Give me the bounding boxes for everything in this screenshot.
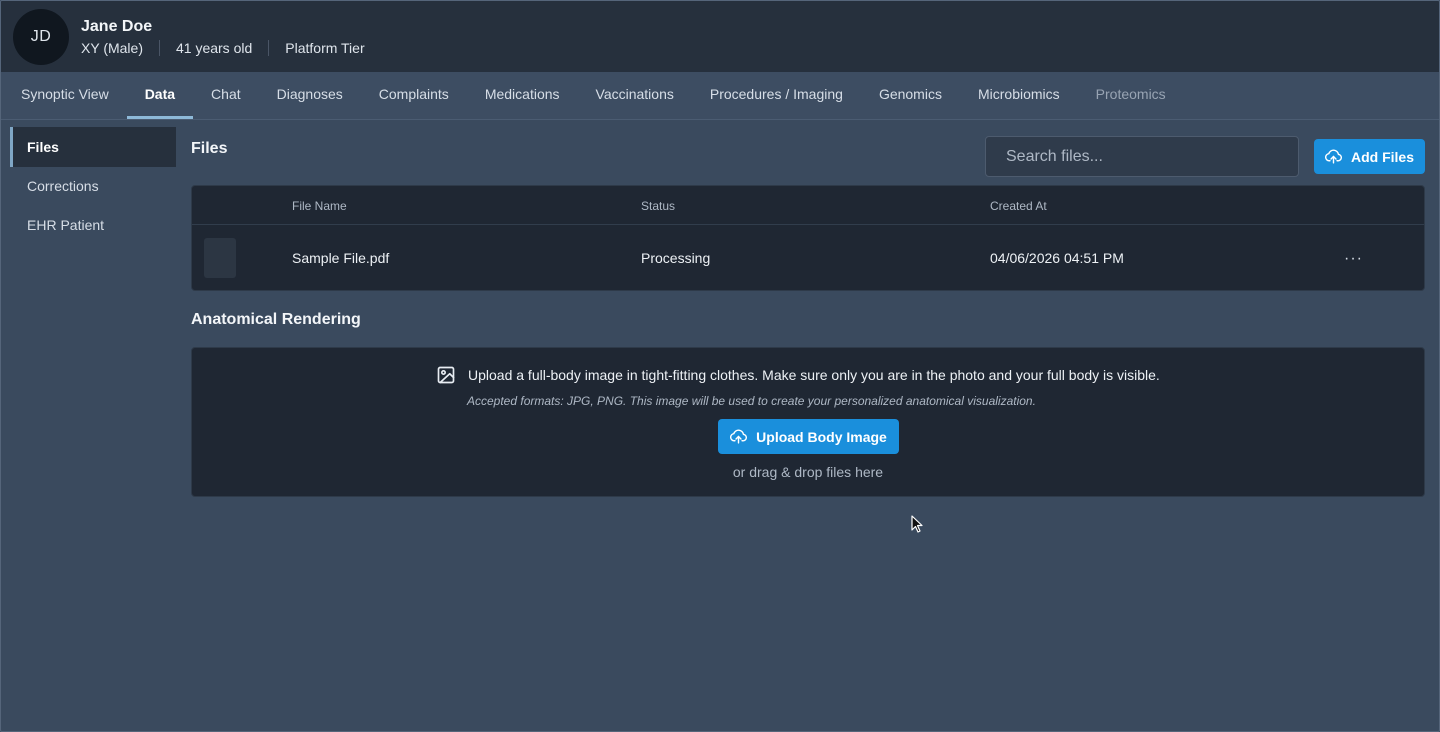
upload-body-image-label: Upload Body Image [756, 428, 887, 445]
file-status: Processing [641, 250, 711, 266]
table-row[interactable]: Sample File.pdf Processing 04/06/2026 04… [192, 225, 1424, 291]
more-options-icon[interactable]: ··· [1344, 250, 1363, 268]
tab-bar: Synoptic View Data Chat Diagnoses Compla… [1, 72, 1439, 120]
upload-dropzone[interactable]: Upload a full-body image in tight-fittin… [191, 347, 1425, 497]
image-icon [437, 366, 455, 384]
patient-meta: XY (Male) 41 years old Platform Tier [81, 39, 381, 56]
upload-body-image-button[interactable]: Upload Body Image [718, 419, 899, 454]
upload-instruction-row: Upload a full-body image in tight-fittin… [436, 365, 1160, 385]
cloud-upload-icon [1324, 149, 1342, 164]
file-created-at: 04/06/2026 04:51 PM [990, 250, 1124, 266]
tab-vaccinations[interactable]: Vaccinations [578, 72, 692, 119]
file-name: Sample File.pdf [292, 250, 390, 266]
table-header: File Name Status Created At [192, 186, 1424, 225]
tab-complaints[interactable]: Complaints [361, 72, 467, 119]
sidebar-item-files[interactable]: Files [10, 127, 176, 167]
patient-age: 41 years old [158, 39, 268, 56]
patient-name: Jane Doe [81, 17, 153, 35]
mouse-cursor-icon [911, 515, 923, 533]
sidebar-item-ehr-patient[interactable]: EHR Patient [10, 205, 176, 245]
search-input[interactable] [985, 136, 1299, 177]
tab-microbiomics[interactable]: Microbiomics [960, 72, 1078, 119]
tab-data[interactable]: Data [126, 72, 194, 119]
patient-header: JD Jane Doe XY (Male) 41 years old Platf… [1, 1, 1439, 72]
tab-genomics[interactable]: Genomics [861, 72, 960, 119]
sidebar-item-corrections[interactable]: Corrections [10, 166, 176, 206]
column-file-name: File Name [292, 199, 347, 213]
upload-format-hint: Accepted formats: JPG, PNG. This image w… [467, 394, 1036, 408]
cloud-upload-icon [730, 429, 748, 444]
drag-drop-text: or drag & drop files here [732, 464, 884, 480]
add-files-label: Add Files [1350, 148, 1414, 165]
anatomical-title: Anatomical Rendering [191, 311, 361, 328]
tab-proteomics: Proteomics [1095, 86, 1166, 102]
add-files-button[interactable]: Add Files [1314, 139, 1425, 174]
patient-info: Jane Doe XY (Male) 41 years old Platform… [81, 18, 381, 56]
files-table: File Name Status Created At Sample File.… [191, 185, 1425, 291]
patient-tier: Platform Tier [268, 39, 380, 56]
tab-chat[interactable]: Chat [193, 72, 259, 119]
upload-instruction: Upload a full-body image in tight-fittin… [468, 367, 1160, 383]
column-created-at: Created At [990, 199, 1047, 213]
tab-synoptic-view[interactable]: Synoptic View [3, 72, 127, 119]
avatar: JD [13, 8, 69, 65]
files-title: Files [191, 140, 228, 157]
sidebar: Files Corrections EHR Patient [10, 127, 176, 244]
column-status: Status [641, 199, 676, 213]
app-window: JD Jane Doe XY (Male) 41 years old Platf… [0, 0, 1440, 732]
file-thumbnail [204, 238, 236, 278]
tab-medications[interactable]: Medications [467, 72, 578, 119]
tab-diagnoses[interactable]: Diagnoses [259, 72, 361, 119]
patient-sex: XY (Male) [81, 39, 143, 56]
tab-procedures-imaging[interactable]: Procedures / Imaging [692, 72, 861, 119]
